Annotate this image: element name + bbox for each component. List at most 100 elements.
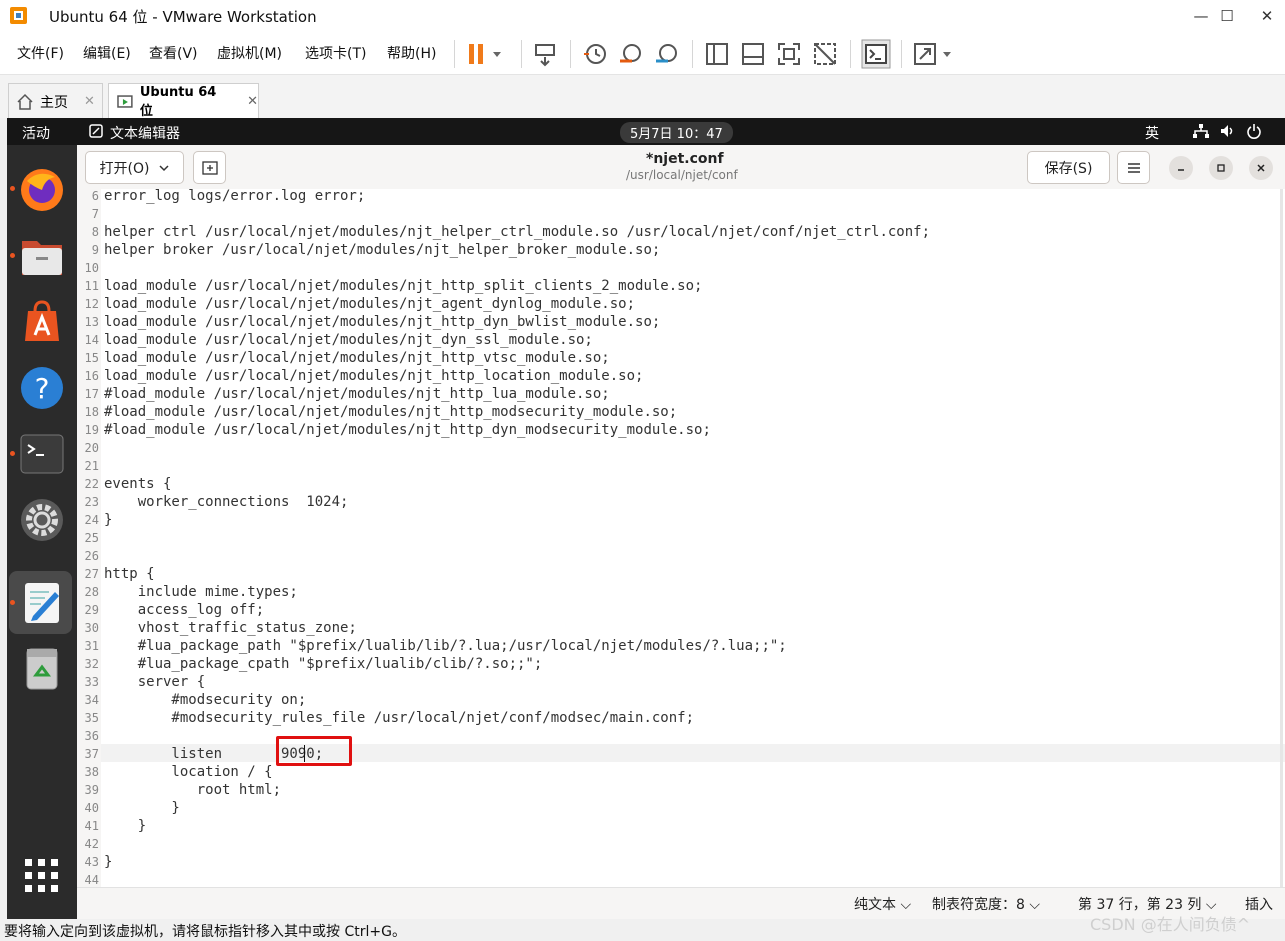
line-number: 33 [84, 675, 99, 689]
pause-dropdown-icon[interactable] [490, 41, 504, 67]
text-editor-area[interactable]: 6 7 8 9 10 11 12 13 14 15 16 17 18 19 20 21 22 23 24 25 26 27… [77, 189, 1285, 887]
app-grid-icon[interactable] [19, 853, 65, 899]
trash-icon[interactable] [19, 645, 65, 691]
scrollbar[interactable] [1280, 189, 1283, 887]
code-line: vhost_traffic_status_zone; [104, 620, 357, 636]
snapshot-icon[interactable] [582, 41, 608, 67]
terminal-icon[interactable] [19, 431, 65, 477]
maximize-window-button[interactable] [1209, 156, 1233, 180]
document-path: /usr/local/njet/conf [626, 168, 738, 182]
line-number: 36 [84, 729, 99, 743]
tab-home[interactable]: 主页 ✕ [8, 83, 103, 119]
software-icon[interactable] [19, 299, 65, 345]
syntax-selector[interactable]: 纯文本 ⌵ [854, 894, 911, 914]
vm-tab-bar: 主页 ✕ Ubuntu 64 位 ✕ [0, 74, 1285, 119]
snapshot-manager-icon[interactable] [654, 41, 680, 67]
clock[interactable]: 5月7日 10：47 [620, 122, 733, 143]
line-number: 17 [84, 387, 99, 401]
menu-view[interactable]: 查看(V) [149, 43, 198, 63]
close-window-button[interactable] [1249, 156, 1273, 180]
network-icon[interactable] [1193, 124, 1209, 138]
code-line: http { [104, 566, 155, 582]
firefox-icon[interactable] [19, 167, 65, 213]
input-method-indicator[interactable]: 英 [1145, 123, 1159, 143]
line-number: 40 [84, 801, 99, 815]
menu-tabs[interactable]: 选项卡(T) [305, 43, 366, 63]
power-icon[interactable] [1247, 123, 1261, 139]
revert-snapshot-icon[interactable] [618, 41, 644, 67]
gnome-top-bar: 活动 文本编辑器 5月7日 10：47 英 [7, 118, 1285, 145]
line-number: 19 [84, 423, 99, 437]
text-editor-small-icon [89, 124, 103, 138]
menu-help[interactable]: 帮助(H) [387, 43, 436, 63]
text-editor-icon[interactable] [19, 580, 65, 626]
new-tab-button[interactable] [193, 151, 226, 184]
menu-vm[interactable]: 虚拟机(M) [217, 43, 282, 63]
code-line: helper ctrl /usr/local/njet/modules/njt_… [104, 224, 931, 240]
tab-close-icon[interactable]: ✕ [84, 94, 95, 109]
code-line: events { [104, 476, 172, 492]
tab-ubuntu-label: Ubuntu 64 位 [139, 84, 217, 119]
app-menu-label[interactable]: 文本编辑器 [110, 123, 180, 143]
running-indicator [10, 253, 15, 258]
tab-ubuntu[interactable]: Ubuntu 64 位 ✕ [108, 83, 259, 119]
line-number: 27 [84, 567, 99, 581]
save-button[interactable]: 保存(S) [1027, 151, 1110, 184]
line-number: 22 [84, 477, 99, 491]
close-button[interactable]: ✕ [1252, 2, 1282, 30]
line-number: 15 [84, 351, 99, 365]
line-number: 41 [84, 819, 99, 833]
line-number: 7 [91, 207, 99, 221]
activities-button[interactable]: 活动 [22, 123, 50, 143]
editor-headerbar: 打开(O) *njet.conf /usr/local/njet/conf 保存… [77, 145, 1285, 189]
thumbnail-bar-icon[interactable] [740, 41, 766, 67]
code-line: #modsecurity_rules_file /usr/local/njet/… [104, 710, 695, 726]
full-screen-icon[interactable] [776, 41, 802, 67]
vm-running-icon [117, 94, 133, 108]
code-line: load_module /usr/local/njet/modules/njt_… [104, 314, 661, 330]
code-line: } [104, 854, 113, 870]
line-number: 29 [84, 603, 99, 617]
home-icon [17, 93, 33, 110]
console-view-icon[interactable] [861, 39, 891, 69]
line-number: 34 [84, 693, 99, 707]
line-number: 13 [84, 315, 99, 329]
stretch-dropdown-icon[interactable] [940, 41, 954, 67]
open-button[interactable]: 打开(O) [85, 151, 184, 184]
vmware-logo-icon [10, 7, 27, 24]
code-line: } [104, 818, 147, 834]
tab-width-selector[interactable]: 制表符宽度：8 ⌵ [932, 894, 1040, 914]
code-line: helper broker /usr/local/njet/modules/nj… [104, 242, 661, 258]
line-number: 6 [91, 189, 99, 203]
show-library-icon[interactable] [704, 41, 730, 67]
minimize-window-button[interactable] [1169, 156, 1193, 180]
toolbar-separator [521, 40, 522, 68]
files-icon[interactable] [19, 233, 65, 279]
code-line: } [104, 800, 180, 816]
close-icon [1257, 164, 1265, 172]
main-menu-button[interactable] [1117, 151, 1150, 184]
pause-icon[interactable] [464, 41, 490, 67]
line-number: 44 [84, 873, 99, 887]
stretch-guest-icon[interactable] [912, 41, 938, 67]
code-line: #load_module /usr/local/njet/modules/njt… [104, 404, 678, 420]
menu-edit[interactable]: 编辑(E) [83, 43, 131, 63]
annotation-highlight-box [276, 736, 352, 766]
maximize-button[interactable]: ☐ [1212, 2, 1242, 30]
toolbar-separator [850, 40, 851, 68]
vmware-titlebar: Ubuntu 64 位 - VMware Workstation — ☐ ✕ [0, 0, 1285, 32]
code-line: #load_module /usr/local/njet/modules/njt… [104, 422, 711, 438]
volume-icon[interactable] [1220, 124, 1236, 138]
line-number: 16 [84, 369, 99, 383]
settings-icon[interactable] [19, 497, 65, 543]
code-line: #lua_package_cpath "$prefix/lualib/clib/… [104, 656, 543, 672]
unity-mode-icon[interactable] [812, 41, 838, 67]
menu-file[interactable]: 文件(F) [17, 43, 64, 63]
send-keys-icon[interactable] [532, 41, 558, 67]
line-number: 11 [84, 279, 99, 293]
new-document-icon [201, 160, 218, 175]
line-number: 18 [84, 405, 99, 419]
tab-close-icon[interactable]: ✕ [247, 94, 258, 109]
line-number-gutter: 6 7 8 9 10 11 12 13 14 15 16 17 18 19 20 21 22 23 24 25 26 27… [77, 189, 101, 887]
help-icon[interactable]: ? [19, 365, 65, 411]
